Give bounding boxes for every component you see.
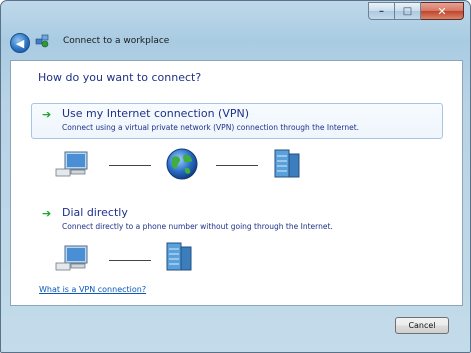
vpn-option-description: Connect using a virtual private network … (62, 123, 360, 132)
title-bar: – □ ✕ (1, 1, 470, 23)
globe-icon (166, 148, 198, 180)
server-icon (166, 242, 192, 271)
cancel-button[interactable]: Cancel (395, 317, 449, 334)
content-panel: How do you want to connect? ➔ Use my Int… (10, 60, 463, 306)
minimize-button[interactable]: – (368, 2, 395, 20)
vpn-help-link[interactable]: What is a VPN connection? (39, 285, 146, 294)
network-icon (35, 34, 49, 48)
window-title: Connect to a workplace (63, 36, 170, 46)
dialog-footer: Cancel (1, 304, 470, 352)
back-button[interactable]: ◀ (10, 33, 30, 53)
caption-buttons: – □ ✕ (368, 2, 464, 20)
close-button[interactable]: ✕ (421, 2, 464, 20)
server-icon (274, 149, 300, 178)
dial-directly-option[interactable]: ➔ Dial directly Connect directly to a ph… (31, 202, 443, 238)
dialog-window: – □ ✕ ◀ Connect to a workplace How do yo… (0, 0, 471, 353)
connection-line (216, 165, 258, 166)
green-arrow-icon: ➔ (42, 108, 52, 121)
page-heading: How do you want to connect? (38, 71, 202, 84)
dial-option-description: Connect directly to a phone number witho… (62, 222, 333, 231)
maximize-button[interactable]: □ (395, 2, 421, 20)
vpn-option-title: Use my Internet connection (VPN) (62, 107, 250, 120)
connection-line (109, 165, 151, 166)
connection-line (109, 260, 151, 261)
vpn-option[interactable]: ➔ Use my Internet connection (VPN) Conne… (31, 103, 443, 139)
green-arrow-icon: ➔ (42, 207, 52, 220)
computer-icon (55, 245, 88, 271)
dial-option-title: Dial directly (62, 206, 128, 219)
navigation-bar: ◀ Connect to a workplace (1, 23, 470, 61)
computer-icon (55, 151, 88, 177)
